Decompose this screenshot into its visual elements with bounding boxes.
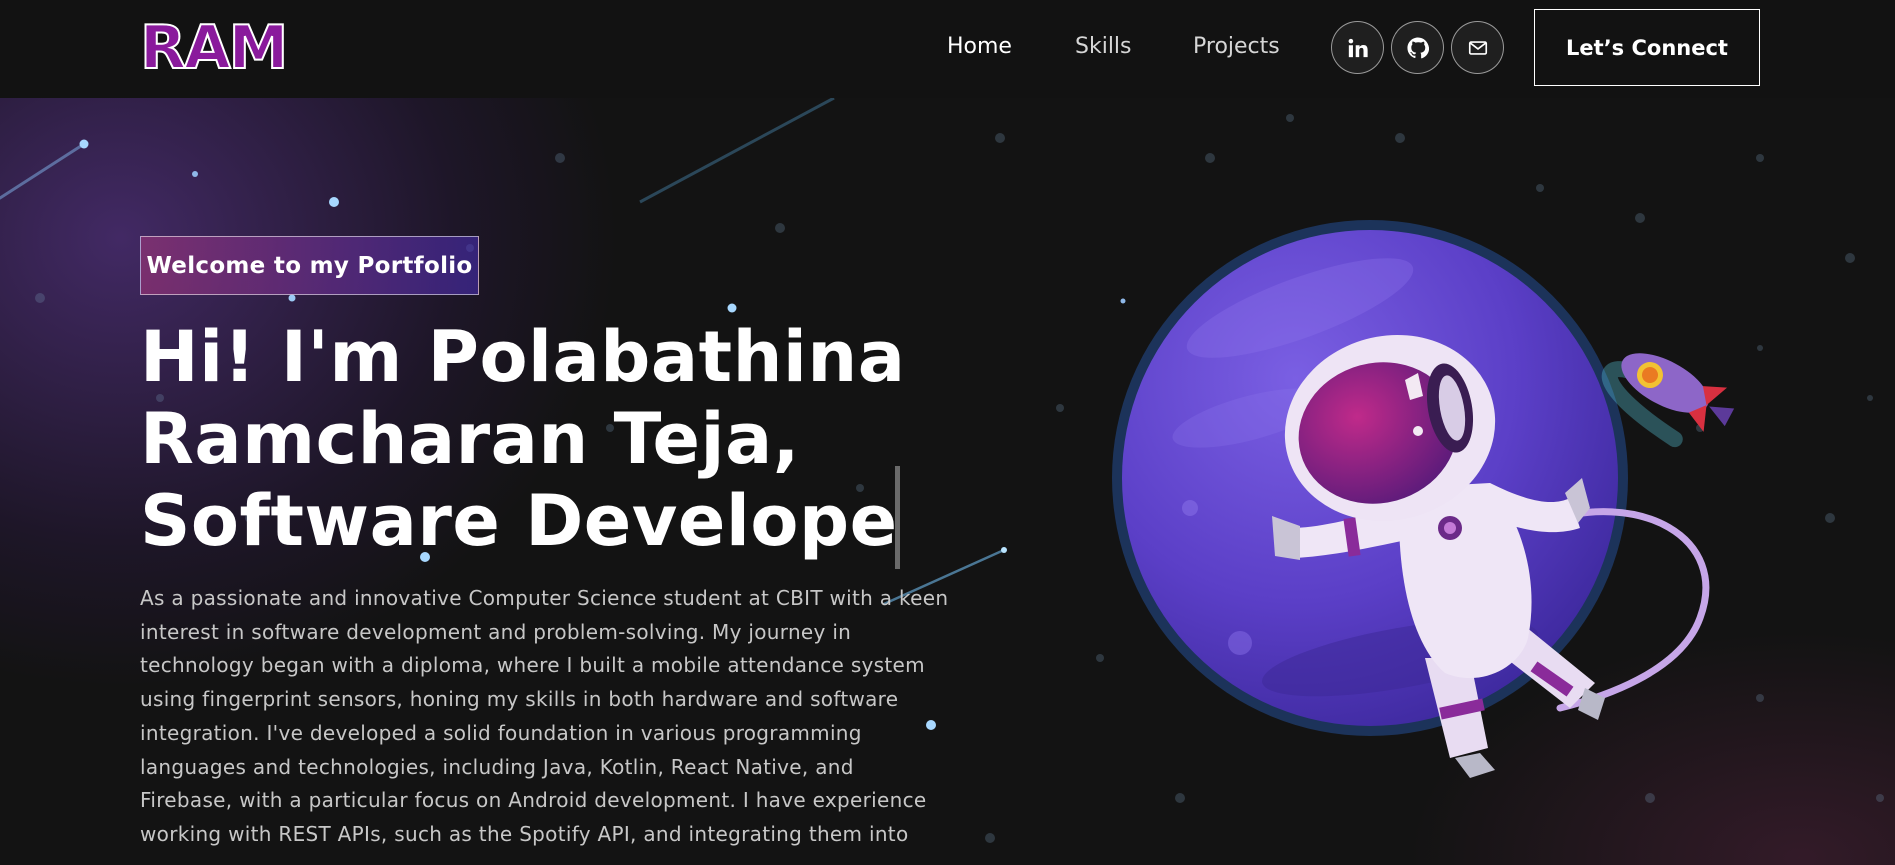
- navbar: RAM Home Skills Projects Let’s Connect: [0, 0, 1895, 98]
- nav-link-skills[interactable]: Skills: [1075, 32, 1132, 62]
- nav-link-projects[interactable]: Projects: [1193, 32, 1280, 62]
- bio-line: interest in software development and pro…: [140, 619, 852, 644]
- lets-connect-button[interactable]: Let’s Connect: [1534, 9, 1760, 86]
- mail-icon: [1468, 40, 1487, 55]
- headline-line: Hi! I'm Polabathina: [140, 316, 906, 398]
- hero-bio: As a passionate and innovative Computer …: [140, 582, 1040, 852]
- bio-line: integration. I've developed a solid foun…: [140, 720, 862, 745]
- headline-line: Ramcharan Teja,: [140, 398, 800, 480]
- hero-illustration: [1112, 220, 1735, 778]
- hero-section: Welcome to my Portfolio Hi! I'm Polabath…: [0, 98, 1895, 865]
- bio-line: Firebase, with a particular focus on And…: [140, 788, 927, 813]
- mail-button[interactable]: [1451, 21, 1504, 74]
- bio-line: As a passionate and innovative Computer …: [140, 586, 949, 610]
- welcome-tag: Welcome to my Portfolio: [140, 236, 479, 295]
- bio-line: technology began with a diploma, where I…: [140, 653, 925, 678]
- typing-cursor: [895, 466, 900, 569]
- github-icon: [1406, 36, 1429, 58]
- headline-line: Software Develope: [140, 480, 898, 562]
- nav-link-home[interactable]: Home: [947, 32, 1012, 62]
- github-button[interactable]: [1391, 21, 1444, 74]
- hero-headline: Hi! I'm Polabathina Ramcharan Teja, Soft…: [140, 316, 1040, 562]
- logo[interactable]: RAM: [139, 15, 289, 81]
- linkedin-icon: [1348, 38, 1368, 57]
- bio-line: languages and technologies, including Ja…: [140, 754, 854, 779]
- bio-line: using fingerprint sensors, honing my ski…: [140, 687, 899, 712]
- linkedin-button[interactable]: [1331, 21, 1384, 74]
- bio-line: working with REST APIs, such as the Spot…: [140, 821, 909, 846]
